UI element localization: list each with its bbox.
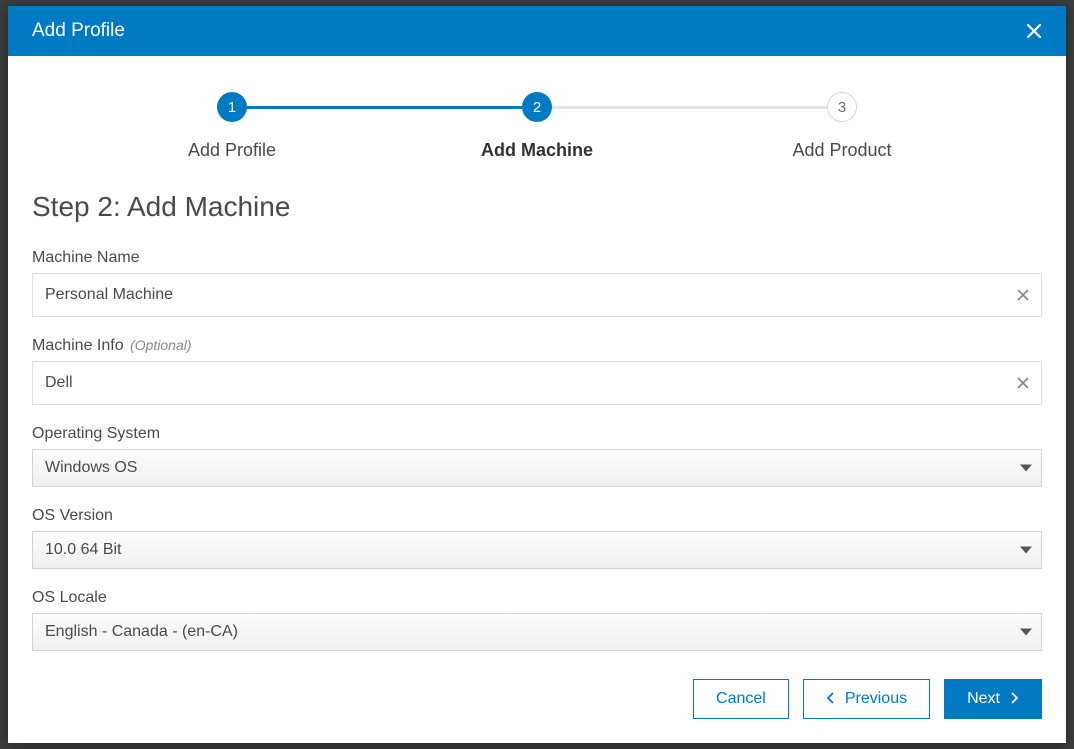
modal-footer: Cancel Previous Next xyxy=(32,661,1042,719)
previous-button-label: Previous xyxy=(845,690,907,708)
cancel-button-label: Cancel xyxy=(716,690,766,708)
os-version-select-value: 10.0 64 Bit xyxy=(32,531,1042,569)
os-label: Operating System xyxy=(32,425,1042,443)
step-label-2: Add Machine xyxy=(481,140,593,161)
step-label-3: Add Product xyxy=(792,140,891,161)
modal-body: 1 Add Profile 2 Add Machine 3 Add Produc… xyxy=(8,56,1066,743)
chevron-down-icon xyxy=(1020,547,1032,554)
step-add-product[interactable]: 3 Add Product xyxy=(772,92,912,161)
section-title: Step 2: Add Machine xyxy=(32,191,1042,223)
modal-header: Add Profile xyxy=(8,6,1066,56)
machine-info-label: Machine Info (Optional) xyxy=(32,337,1042,355)
step-number-3: 3 xyxy=(827,92,857,122)
step-add-profile[interactable]: 1 Add Profile xyxy=(162,92,302,161)
chevron-left-icon xyxy=(826,692,835,706)
stepper: 1 Add Profile 2 Add Machine 3 Add Produc… xyxy=(32,56,1042,191)
clear-machine-info-icon[interactable] xyxy=(1004,361,1042,405)
chevron-down-icon xyxy=(1020,629,1032,636)
chevron-right-icon xyxy=(1010,692,1019,706)
step-number-2: 2 xyxy=(522,92,552,122)
cancel-button[interactable]: Cancel xyxy=(693,679,789,719)
step-label-1: Add Profile xyxy=(188,140,276,161)
os-version-select[interactable]: 10.0 64 Bit xyxy=(32,531,1042,569)
step-add-machine[interactable]: 2 Add Machine xyxy=(467,92,607,161)
step-number-1: 1 xyxy=(217,92,247,122)
next-button[interactable]: Next xyxy=(944,679,1042,719)
machine-info-label-text: Machine Info xyxy=(32,337,124,354)
os-locale-label: OS Locale xyxy=(32,589,1042,607)
os-select-value: Windows OS xyxy=(32,449,1042,487)
clear-machine-name-icon[interactable] xyxy=(1004,273,1042,317)
close-icon[interactable] xyxy=(1022,19,1046,43)
chevron-down-icon xyxy=(1020,465,1032,472)
machine-name-label: Machine Name xyxy=(32,249,1042,267)
next-button-label: Next xyxy=(967,690,1000,708)
field-os-locale: OS Locale English - Canada - (en-CA) xyxy=(32,589,1042,651)
machine-info-optional: (Optional) xyxy=(130,337,191,353)
previous-button[interactable]: Previous xyxy=(803,679,930,719)
modal-title: Add Profile xyxy=(32,20,125,42)
modal-backdrop: Add Profile 1 Add Profile 2 Add Machine … xyxy=(0,0,1074,749)
field-os-version: OS Version 10.0 64 Bit xyxy=(32,507,1042,569)
field-operating-system: Operating System Windows OS xyxy=(32,425,1042,487)
machine-name-input[interactable] xyxy=(32,273,1042,317)
os-locale-select-value: English - Canada - (en-CA) xyxy=(32,613,1042,651)
os-locale-select[interactable]: English - Canada - (en-CA) xyxy=(32,613,1042,651)
add-profile-modal: Add Profile 1 Add Profile 2 Add Machine … xyxy=(8,6,1066,743)
machine-info-input[interactable] xyxy=(32,361,1042,405)
field-machine-name: Machine Name xyxy=(32,249,1042,317)
field-machine-info: Machine Info (Optional) xyxy=(32,337,1042,405)
os-version-label: OS Version xyxy=(32,507,1042,525)
os-select[interactable]: Windows OS xyxy=(32,449,1042,487)
